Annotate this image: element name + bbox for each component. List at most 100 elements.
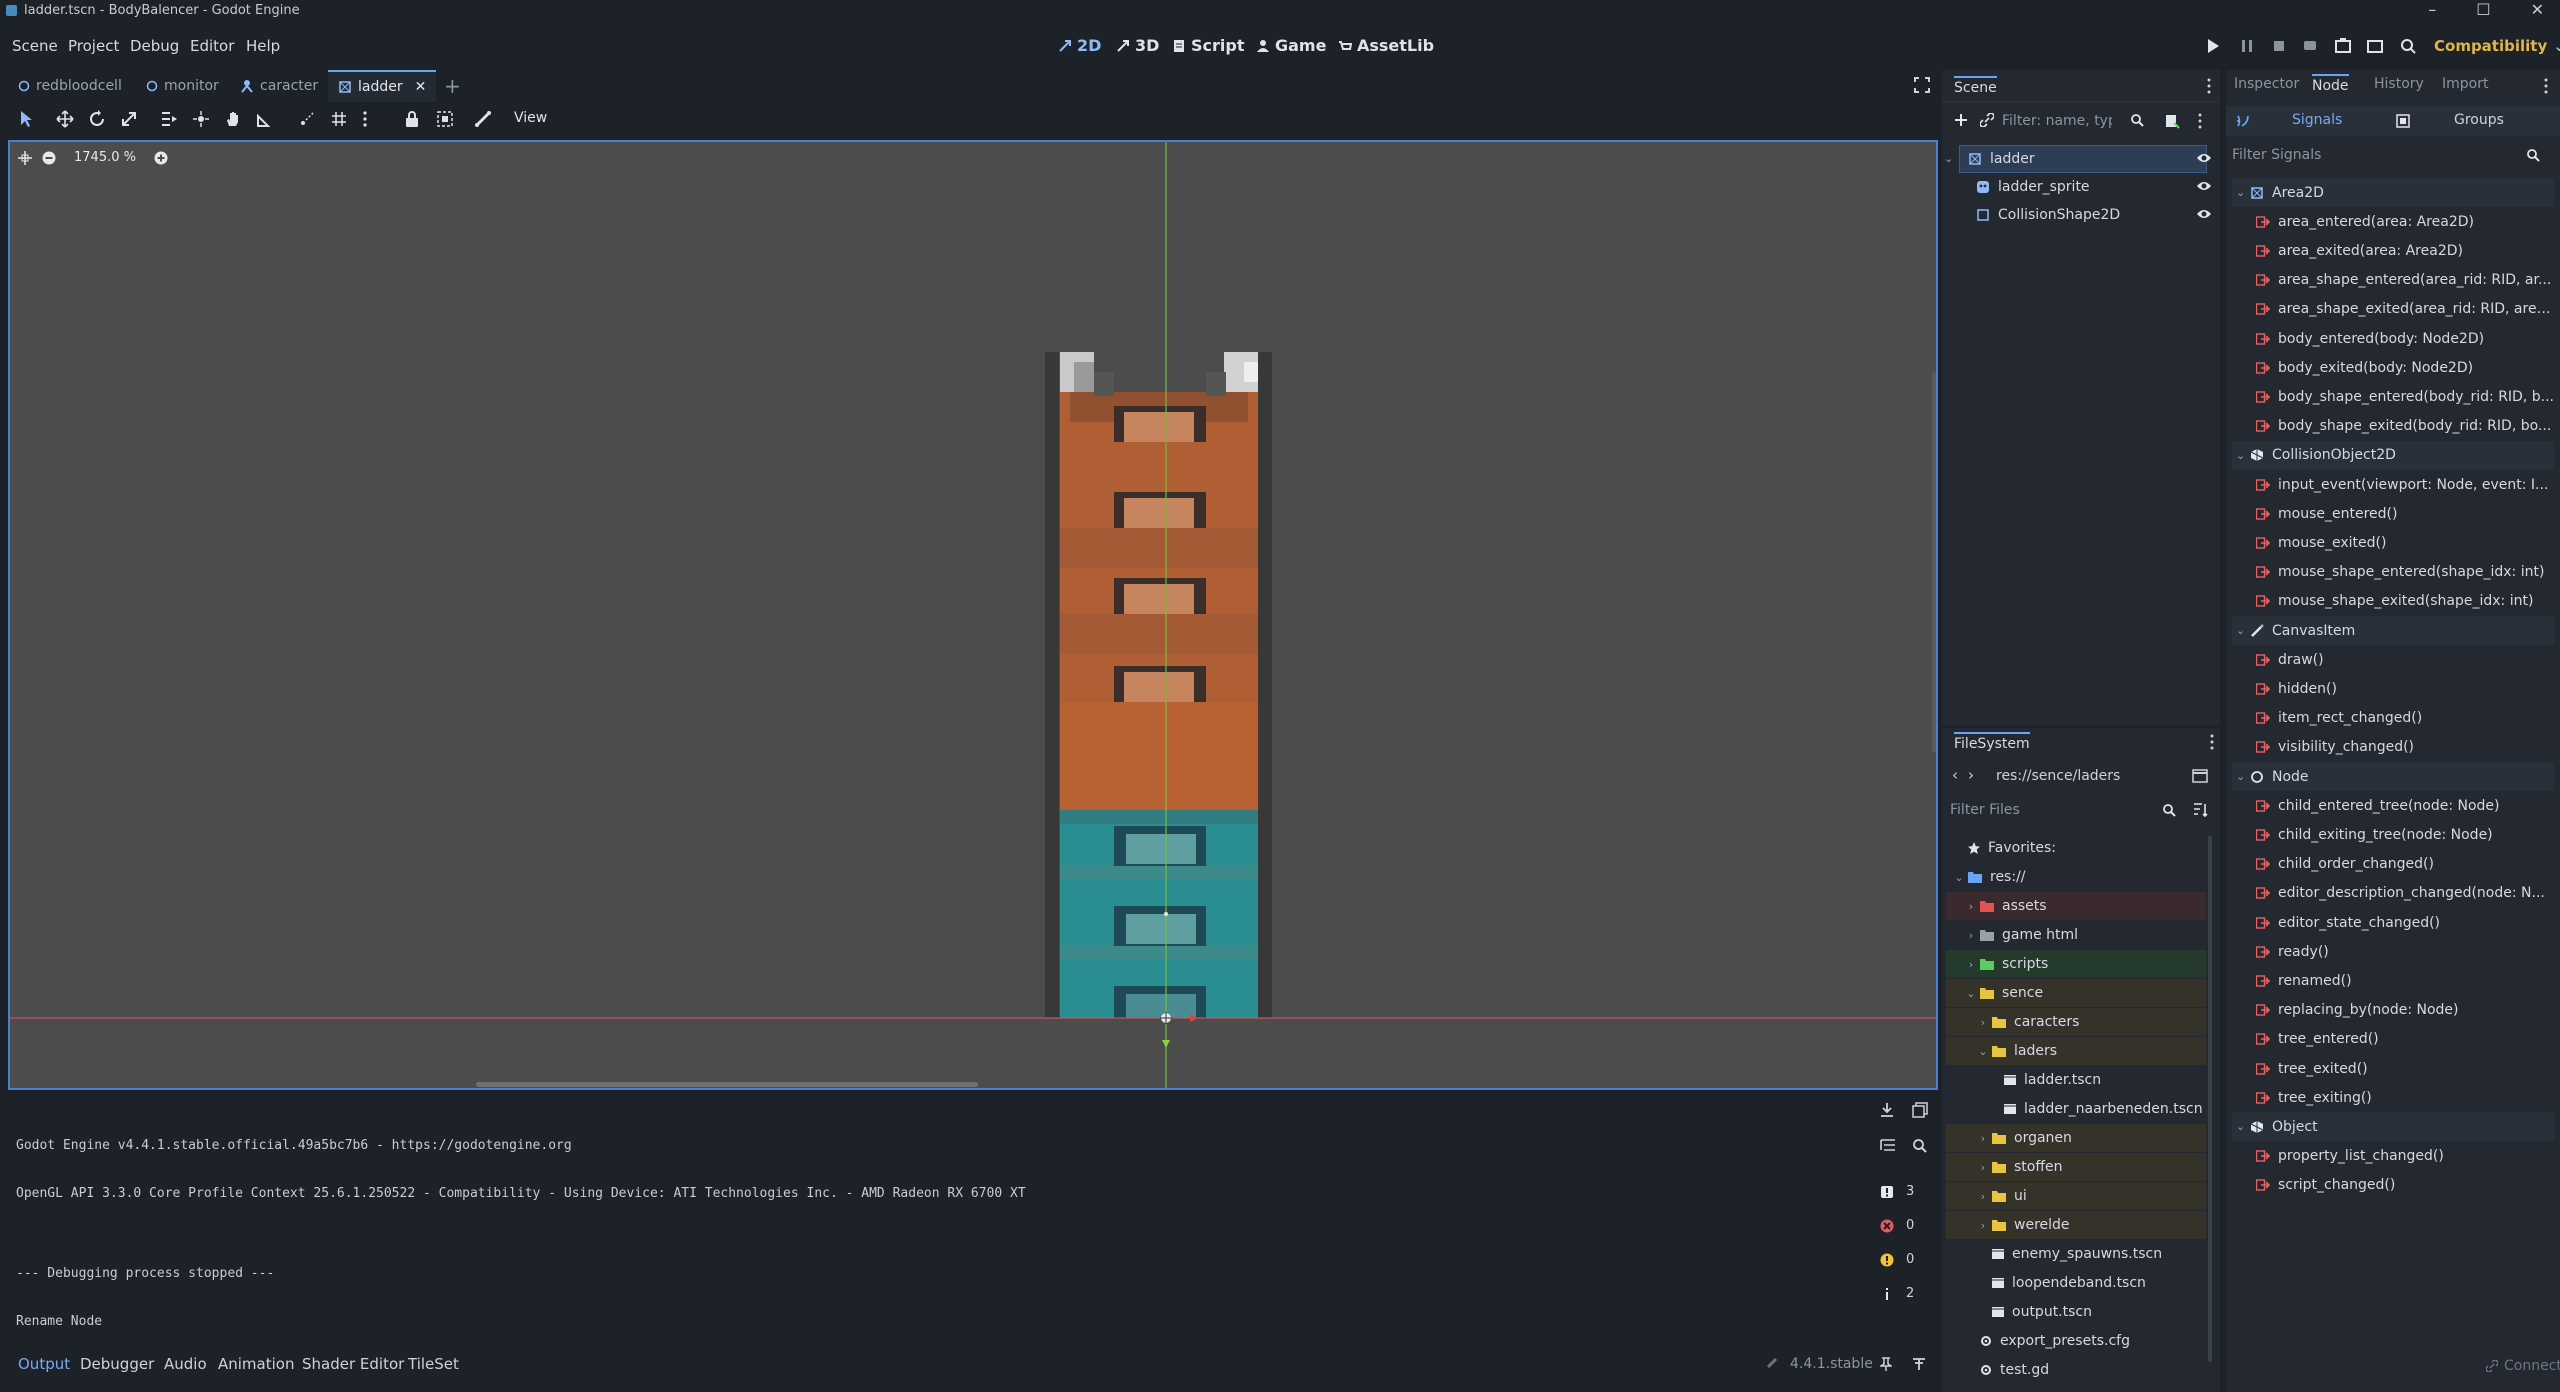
signal-item[interactable]: property_list_changed() xyxy=(2232,1142,2554,1171)
movie-maker-icon[interactable] xyxy=(2400,38,2416,54)
file-item[interactable]: Favorites: xyxy=(1946,834,2206,862)
tab-tileset[interactable]: TileSet xyxy=(408,1355,459,1373)
expanded-arrow-icon[interactable]: ⌄ xyxy=(1954,871,1964,884)
menu-debug[interactable]: Debug xyxy=(130,37,179,55)
sort-icon[interactable] xyxy=(2192,803,2208,817)
collapsed-arrow-icon[interactable]: › xyxy=(1978,1132,1988,1145)
signal-item[interactable]: mouse_shape_exited(shape_idx: int) xyxy=(2232,587,2554,616)
move-mode-icon[interactable] xyxy=(56,110,76,130)
horizontal-scrollbar[interactable] xyxy=(476,1082,978,1087)
signal-item[interactable]: tree_exited() xyxy=(2232,1054,2554,1083)
file-item[interactable]: output.tscn xyxy=(1946,1298,2206,1326)
scale-mode-icon[interactable] xyxy=(120,110,140,130)
signal-item[interactable]: child_order_changed() xyxy=(2232,850,2554,879)
maximize-button[interactable]: ☐ xyxy=(2476,0,2490,19)
file-item[interactable]: › game html xyxy=(1946,921,2206,949)
forward-arrow-icon[interactable]: › xyxy=(1968,766,1974,784)
signal-item[interactable]: input_event(viewport: Node, event: I... xyxy=(2232,470,2554,499)
scene-menu-icon[interactable] xyxy=(2198,113,2202,129)
dock-menu-icon[interactable] xyxy=(2544,78,2548,94)
signal-item[interactable]: body_shape_entered(body_rid: RID, b... xyxy=(2232,382,2554,411)
signal-item[interactable]: draw() xyxy=(2232,645,2554,674)
select-mode-icon[interactable] xyxy=(18,110,38,130)
signal-item[interactable]: script_changed() xyxy=(2232,1171,2554,1200)
play-custom-scene-icon[interactable] xyxy=(2367,38,2383,54)
version-label[interactable]: 4.4.1.stable xyxy=(1790,1356,1873,1372)
group-icon[interactable] xyxy=(436,110,456,130)
signal-item[interactable]: area_shape_exited(area_rid: RID, area... xyxy=(2232,295,2554,324)
workspace-assetlib-button[interactable]: AssetLib xyxy=(1338,36,1434,55)
signal-item[interactable]: body_entered(body: Node2D) xyxy=(2232,324,2554,353)
menu-help[interactable]: Help xyxy=(246,37,280,55)
list-select-icon[interactable] xyxy=(160,110,180,130)
file-item[interactable]: › organen xyxy=(1946,1124,2206,1152)
collapsed-arrow-icon[interactable]: › xyxy=(1978,1016,1988,1029)
scene-node-collision-shape[interactable]: CollisionShape2D xyxy=(1968,202,2208,228)
signal-item[interactable]: mouse_exited() xyxy=(2232,528,2554,557)
add-scene-tab-button[interactable]: + xyxy=(444,74,461,98)
signal-class-header[interactable]: ⌄ CanvasItem xyxy=(2232,616,2554,645)
filter-files-input[interactable] xyxy=(1950,798,2140,822)
scene-tab-monitor[interactable]: monitor xyxy=(136,70,229,102)
signal-class-header[interactable]: ⌄ Node xyxy=(2232,762,2554,791)
renderer-select[interactable]: Compatibility ⌄ xyxy=(2434,37,2560,55)
filter-info-button[interactable]: 2 xyxy=(1880,1286,1914,1301)
scene-tab-caracter[interactable]: caracter xyxy=(230,70,328,102)
groups-tab[interactable]: Groups xyxy=(2454,112,2504,128)
vertical-scrollbar[interactable] xyxy=(1932,372,1936,752)
signal-item[interactable]: body_shape_exited(body_rid: RID, bo... xyxy=(2232,412,2554,441)
workspace-game-button[interactable]: Game xyxy=(1256,36,1326,55)
connect-button[interactable]: Connect... xyxy=(2486,1358,2560,1374)
signal-item[interactable]: ready() xyxy=(2232,937,2554,966)
scene-tab-ladder[interactable]: ladder ✕ xyxy=(328,70,437,102)
signal-item[interactable]: visibility_changed() xyxy=(2232,733,2554,762)
file-item[interactable]: › assets xyxy=(1946,892,2206,920)
signal-item[interactable]: tree_exiting() xyxy=(2232,1083,2554,1112)
tab-shader-editor[interactable]: Shader Editor xyxy=(302,1355,404,1373)
expanded-arrow-icon[interactable]: ⌄ xyxy=(1978,1045,1988,1058)
collapsed-arrow-icon[interactable]: › xyxy=(1978,1219,1988,1232)
tab-audio[interactable]: Audio xyxy=(164,1355,207,1373)
signal-item[interactable]: replacing_by(node: Node) xyxy=(2232,996,2554,1025)
tab-import[interactable]: Import xyxy=(2442,76,2488,92)
signal-item[interactable]: body_exited(body: Node2D) xyxy=(2232,353,2554,382)
signal-item[interactable]: editor_description_changed(node: N... xyxy=(2232,879,2554,908)
signal-item[interactable]: area_shape_entered(area_rid: RID, ar... xyxy=(2232,266,2554,295)
signal-item[interactable]: tree_entered() xyxy=(2232,1025,2554,1054)
file-tree-scrollbar[interactable] xyxy=(2208,836,2212,1362)
view-menu[interactable]: View xyxy=(514,110,547,126)
filesystem-tab[interactable]: FileSystem xyxy=(1954,732,2030,752)
visibility-eye-icon[interactable] xyxy=(2196,180,2211,192)
scene-node-ladder[interactable]: ladder xyxy=(1959,145,2207,173)
signal-item[interactable]: child_exiting_tree(node: Node) xyxy=(2232,820,2554,849)
signal-item[interactable]: hidden() xyxy=(2232,674,2554,703)
file-item[interactable]: › werelde xyxy=(1946,1211,2206,1239)
stop-icon[interactable] xyxy=(2272,39,2286,53)
collapse-arrow-icon[interactable]: ⌄ xyxy=(2236,186,2246,199)
tab-history[interactable]: History xyxy=(2374,76,2424,92)
filter-warnings-button[interactable]: 0 xyxy=(1880,1252,1914,1267)
collapse-arrow-icon[interactable]: ⌄ xyxy=(2236,1120,2246,1133)
signal-item[interactable]: child_entered_tree(node: Node) xyxy=(2232,791,2554,820)
collapsed-arrow-icon[interactable]: › xyxy=(1966,900,1976,913)
signal-item[interactable]: renamed() xyxy=(2232,966,2554,995)
signals-tab[interactable]: Signals xyxy=(2292,112,2342,128)
split-mode-icon[interactable] xyxy=(2192,769,2208,783)
file-item[interactable]: › stoffen xyxy=(1946,1153,2206,1181)
filter-signals-input[interactable] xyxy=(2232,142,2532,168)
collapse-arrow-icon[interactable]: ⌄ xyxy=(2236,449,2246,462)
collapse-icon[interactable] xyxy=(1880,1138,1896,1154)
attach-script-icon[interactable] xyxy=(2164,113,2180,129)
tab-inspector[interactable]: Inspector xyxy=(2234,76,2299,92)
menu-editor[interactable]: Editor xyxy=(190,37,234,55)
file-item[interactable]: › ui xyxy=(1946,1182,2206,1210)
back-arrow-icon[interactable]: ‹ xyxy=(1952,766,1958,784)
scene-tab-redbloodcell[interactable]: redbloodcell xyxy=(8,70,132,102)
pan-mode-icon[interactable] xyxy=(224,110,244,130)
output-log[interactable]: Godot Engine v4.4.1.stable.official.49a5… xyxy=(8,1096,1878,1346)
pause-icon[interactable] xyxy=(2240,39,2254,53)
play-icon[interactable] xyxy=(2206,38,2220,54)
copy-log-icon[interactable] xyxy=(1880,1102,1894,1118)
snap-options-icon[interactable] xyxy=(362,110,382,130)
tab-debugger[interactable]: Debugger xyxy=(80,1355,154,1373)
